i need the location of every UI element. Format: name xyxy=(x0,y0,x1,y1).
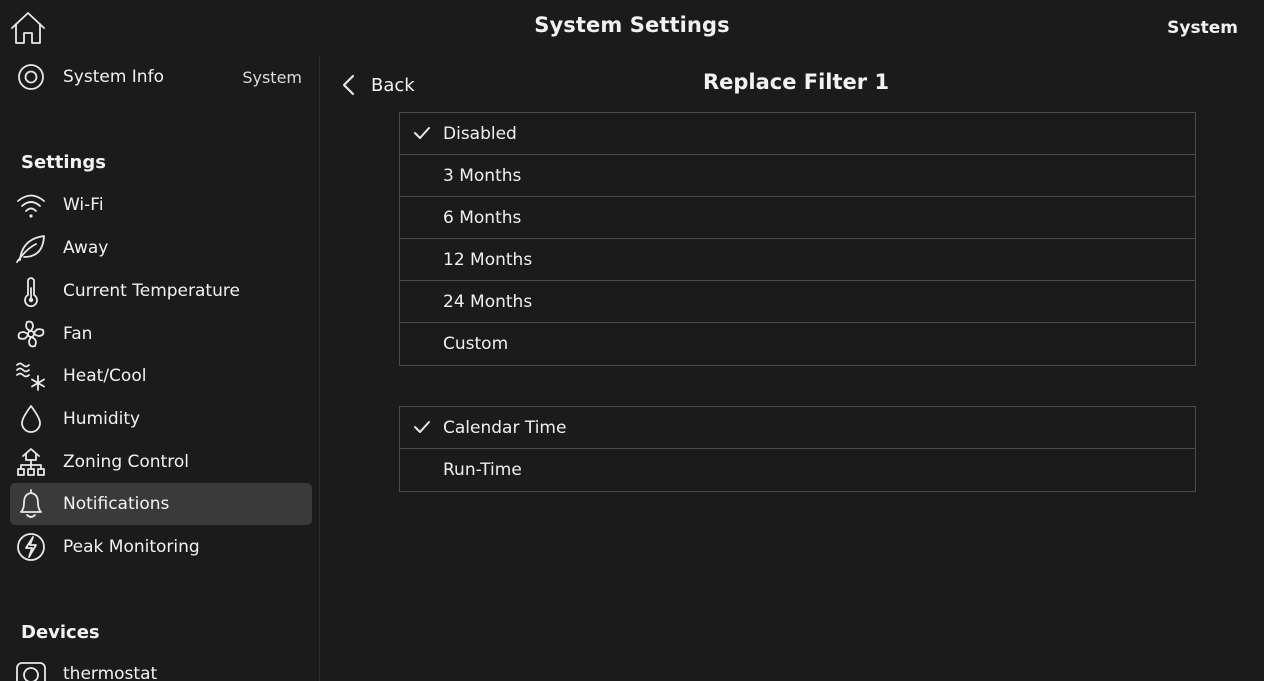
header-system-label: System xyxy=(1167,18,1238,38)
option-label: 3 Months xyxy=(443,165,522,186)
sidebar-item-label: Peak Monitoring xyxy=(63,537,200,557)
sidebar-item-thermostat[interactable]: thermostat xyxy=(10,653,312,681)
sidebar-item-label: Humidity xyxy=(63,409,141,429)
check-icon xyxy=(413,125,431,141)
sidebar-item-label: Notifications xyxy=(63,494,170,514)
sidebar-item-current-temperature[interactable]: Current Temperature xyxy=(10,270,312,312)
sidebar-item-label: Heat/Cool xyxy=(63,366,147,386)
sidebar-item-label: System Info xyxy=(63,67,164,87)
sidebar-item-heat-cool[interactable]: Heat/Cool xyxy=(10,355,312,397)
system-info-icon xyxy=(15,62,47,92)
sidebar-item-wifi[interactable]: Wi-Fi xyxy=(10,184,312,226)
time-basis-list: Calendar Time Run-Time xyxy=(399,406,1196,492)
main-panel: Back Replace Filter 1 Disabled 3 Months … xyxy=(321,56,1264,681)
option-run-time[interactable]: Run-Time xyxy=(400,449,1195,491)
sidebar-item-label: Away xyxy=(63,238,109,258)
option-calendar-time[interactable]: Calendar Time xyxy=(400,407,1195,449)
sidebar-item-zoning-control[interactable]: Zoning Control xyxy=(10,441,312,483)
check-icon xyxy=(413,419,431,435)
droplet-icon xyxy=(15,404,47,434)
option-12-months[interactable]: 12 Months xyxy=(400,239,1195,281)
option-24-months[interactable]: 24 Months xyxy=(400,281,1195,323)
option-label: Custom xyxy=(443,334,509,354)
sidebar-item-label: Wi-Fi xyxy=(63,195,104,215)
option-disabled[interactable]: Disabled xyxy=(400,113,1195,155)
wifi-icon xyxy=(15,190,47,220)
option-6-months[interactable]: 6 Months xyxy=(400,197,1195,239)
option-label: Disabled xyxy=(443,123,517,144)
leaf-icon xyxy=(15,233,47,263)
sidebar-item-label: Fan xyxy=(63,324,93,344)
header-title: System Settings xyxy=(534,13,730,37)
option-label: Run-Time xyxy=(443,460,522,480)
sidebar-item-humidity[interactable]: Humidity xyxy=(10,398,312,440)
sidebar-item-fan[interactable]: Fan xyxy=(10,313,312,355)
devices-section-header: Devices xyxy=(21,622,100,643)
option-label: 24 Months xyxy=(443,291,533,312)
settings-section-header: Settings xyxy=(21,152,106,173)
option-label: 12 Months xyxy=(443,249,533,270)
page-title: Replace Filter 1 xyxy=(702,70,890,94)
sidebar-item-label: Current Temperature xyxy=(63,281,240,301)
option-custom[interactable]: Custom xyxy=(400,323,1195,365)
thermometer-icon xyxy=(15,276,47,308)
option-label: Calendar Time xyxy=(443,417,567,438)
replace-interval-list: Disabled 3 Months 6 Months 12 Months 24 … xyxy=(399,112,1196,366)
thermostat-icon xyxy=(15,659,47,681)
sidebar: System Info System Settings Wi-Fi Away C… xyxy=(0,56,320,681)
bell-icon xyxy=(15,489,47,519)
sidebar-item-label: Zoning Control xyxy=(63,452,189,472)
option-3-months[interactable]: 3 Months xyxy=(400,155,1195,197)
sidebar-item-away[interactable]: Away xyxy=(10,227,312,269)
sidebar-item-peak-monitoring[interactable]: Peak Monitoring xyxy=(10,526,312,568)
heat-cool-icon xyxy=(15,361,47,391)
fan-icon xyxy=(15,319,47,349)
option-label: 6 Months xyxy=(443,207,522,228)
lightning-icon xyxy=(15,532,47,562)
sidebar-item-system-info[interactable]: System Info System xyxy=(10,56,312,98)
zoning-icon xyxy=(15,447,47,477)
system-info-value: System xyxy=(242,67,302,87)
sidebar-item-notifications[interactable]: Notifications xyxy=(10,483,312,525)
sidebar-item-label: thermostat xyxy=(63,664,158,681)
